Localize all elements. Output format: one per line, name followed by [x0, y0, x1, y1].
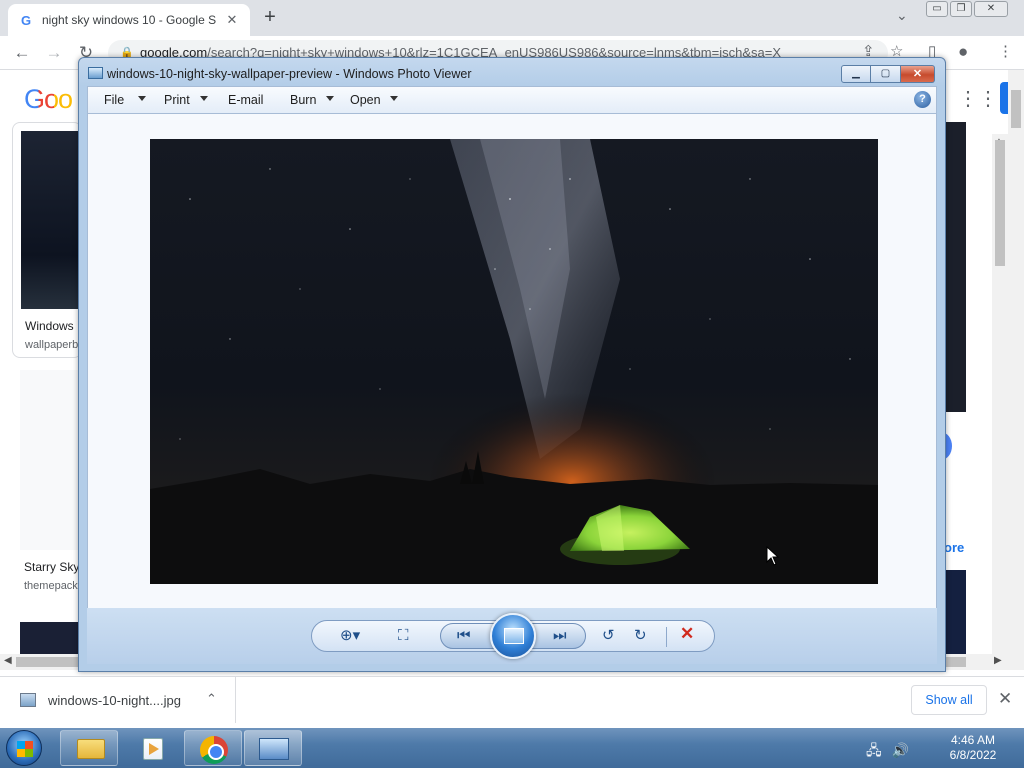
- new-tab-button[interactable]: +: [258, 5, 282, 29]
- rotate-clockwise-icon[interactable]: ↻: [634, 626, 647, 646]
- restore-button[interactable]: ❐: [950, 1, 972, 17]
- tab-title: night sky windows 10 - Google S: [42, 13, 216, 27]
- windows-taskbar: 🖧 🔊 4:46 AM 6/8/2022: [0, 728, 1024, 768]
- taskbar-photo-viewer[interactable]: [244, 730, 302, 766]
- scroll-left-icon[interactable]: ◀: [4, 655, 12, 666]
- preview-panel-image: [944, 122, 966, 412]
- zoom-icon[interactable]: ⊕▾: [340, 626, 360, 646]
- result-title[interactable]: Windows: [25, 319, 74, 333]
- forward-arrow-icon[interactable]: →: [42, 42, 66, 64]
- volume-icon[interactable]: 🔊: [892, 742, 909, 758]
- google-favicon-icon: G: [20, 12, 32, 28]
- menu-open[interactable]: Open: [350, 93, 381, 107]
- photo-viewer-canvas: [87, 114, 937, 608]
- download-file-name[interactable]: windows-10-night....jpg: [48, 693, 181, 708]
- result-card[interactable]: Windows wallpaperb: [12, 122, 82, 358]
- pv-maximize-button[interactable]: ▢: [871, 65, 901, 83]
- result-source: wallpaperb: [25, 339, 79, 351]
- google-logo-text: Goo: [24, 84, 73, 114]
- system-tray: 🖧 🔊: [866, 740, 909, 764]
- night-sky-photo: [150, 139, 878, 584]
- menu-file[interactable]: File: [104, 93, 124, 107]
- photo-viewer-icon: [259, 738, 289, 760]
- preview-panel-image-2: [944, 570, 966, 660]
- photo-viewer-caption-buttons: ▁ ▢ ✕: [841, 65, 935, 83]
- help-icon[interactable]: ?: [914, 91, 931, 108]
- folder-icon: [77, 739, 105, 759]
- show-all-button[interactable]: Show all: [911, 685, 987, 715]
- photo-viewer-title: windows-10-night-sky-wallpaper-preview -…: [107, 67, 472, 81]
- windows-logo-icon: [17, 741, 33, 757]
- clock-date: 6/8/2022: [949, 748, 997, 762]
- minimize-button[interactable]: ▭: [926, 1, 948, 17]
- print-dropdown-icon[interactable]: [200, 96, 208, 101]
- slideshow-button[interactable]: [490, 613, 536, 659]
- clock-time: 4:46 AM: [950, 733, 996, 747]
- panel-scrollbar[interactable]: ▲ ▼: [992, 134, 1008, 666]
- browser-window-controls: ▭ ❐ ✕: [926, 1, 1008, 17]
- panel-scrollbar-thumb[interactable]: [995, 140, 1005, 266]
- pv-minimize-button[interactable]: ▁: [841, 65, 871, 83]
- taskbar-chrome[interactable]: [184, 730, 242, 766]
- start-button[interactable]: [6, 730, 42, 766]
- browser-title-bar: G night sky windows 10 - Google S ✕ + ⌄ …: [0, 0, 1024, 36]
- tab-search-chevron-icon[interactable]: ⌄: [896, 7, 908, 24]
- profile-avatar-icon[interactable]: ●: [958, 42, 968, 62]
- page-scrollbar-thumb[interactable]: [1011, 90, 1021, 128]
- close-tab-icon[interactable]: ✕: [224, 12, 240, 28]
- mouse-cursor-icon: [766, 546, 780, 566]
- previous-icon[interactable]: ⏮: [457, 626, 471, 646]
- chrome-icon: [200, 736, 228, 764]
- result-thumbnail-2[interactable]: [20, 370, 80, 550]
- taskbar-clock[interactable]: 4:46 AM 6/8/2022: [926, 733, 1020, 763]
- rotate-counterclockwise-icon[interactable]: ↺: [602, 626, 615, 646]
- download-bar: windows-10-night....jpg ⌃ Show all ✕: [0, 676, 1024, 723]
- delete-icon[interactable]: ✕: [680, 624, 694, 644]
- separator: [666, 627, 667, 647]
- close-button[interactable]: ✕: [974, 1, 1008, 17]
- menu-email[interactable]: E-mail: [228, 93, 263, 107]
- pv-close-button[interactable]: ✕: [901, 65, 935, 83]
- network-icon[interactable]: 🖧: [866, 742, 882, 758]
- browser-tab[interactable]: G night sky windows 10 - Google S ✕: [8, 4, 250, 36]
- scroll-right-icon[interactable]: ▶: [994, 655, 1002, 666]
- taskbar-explorer[interactable]: [60, 730, 118, 766]
- burn-dropdown-icon[interactable]: [326, 96, 334, 101]
- result-thumbnail[interactable]: [21, 131, 81, 309]
- open-dropdown-icon[interactable]: [390, 96, 398, 101]
- page-scrollbar[interactable]: [1008, 70, 1024, 670]
- back-arrow-icon[interactable]: ←: [10, 42, 34, 64]
- more-link[interactable]: ore: [944, 540, 964, 555]
- photo-viewer-window: windows-10-night-sky-wallpaper-preview -…: [78, 57, 946, 672]
- next-icon[interactable]: ⏭: [553, 626, 567, 646]
- image-file-icon: [20, 693, 36, 707]
- file-dropdown-icon[interactable]: [138, 96, 146, 101]
- photo-viewer-control-bar: ⊕▾ ⛶ ⏮ ⏭ ↺ ↻ ✕: [87, 608, 937, 664]
- download-item[interactable]: windows-10-night....jpg ⌃: [0, 677, 236, 723]
- menu-print[interactable]: Print: [164, 93, 190, 107]
- browser-menu-icon[interactable]: ⋮: [998, 42, 1013, 60]
- result-title-2[interactable]: Starry Sky: [24, 560, 79, 574]
- menu-burn[interactable]: Burn: [290, 93, 316, 107]
- taskbar-media-player[interactable]: [122, 730, 180, 766]
- control-pill: ⊕▾ ⛶ ⏮ ⏭ ↺ ↻ ✕: [311, 613, 715, 659]
- media-player-icon: [143, 738, 163, 760]
- actual-size-icon[interactable]: ⛶: [398, 626, 409, 646]
- photo-viewer-app-icon: [88, 67, 103, 79]
- google-logo: Goo: [24, 84, 73, 115]
- download-options-chevron-icon[interactable]: ⌃: [206, 691, 217, 707]
- result-source-2: themepack: [24, 580, 78, 592]
- night-sky-photo-art: [150, 139, 878, 584]
- photo-viewer-menu-bar: File Print E-mail Burn Open ?: [87, 86, 937, 114]
- close-download-bar-icon[interactable]: ✕: [998, 689, 1012, 709]
